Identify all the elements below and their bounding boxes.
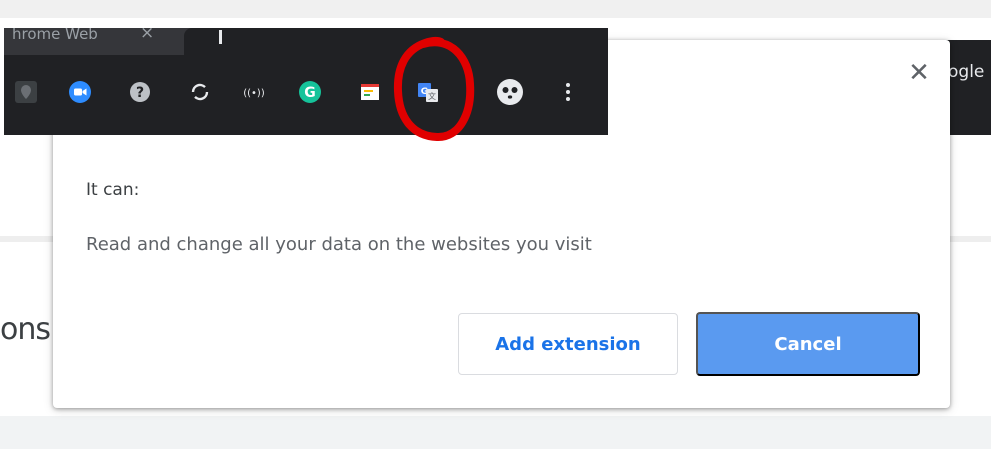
page-partial-heading: ons: [0, 312, 51, 347]
notes-icon[interactable]: [358, 80, 382, 104]
panda-face-icon[interactable]: [496, 78, 524, 106]
vertical-dots-icon[interactable]: [556, 80, 580, 104]
grammarly-icon[interactable]: G: [298, 80, 322, 104]
tab-chrome-web-store[interactable]: hrome Web ×: [4, 28, 179, 55]
browser-toolbar: hrome Web × ? ((•)) G G文: [4, 28, 608, 135]
page-bottom-strip: [0, 416, 991, 449]
dialog-close-button[interactable]: ✕: [904, 58, 934, 88]
sync-icon[interactable]: [188, 80, 212, 104]
permission-text: Read and change all your data on the web…: [86, 234, 592, 255]
close-icon: ✕: [908, 58, 930, 88]
wireless-signal-icon[interactable]: ((•)): [242, 80, 266, 104]
cancel-button[interactable]: Cancel: [696, 312, 920, 376]
zoom-video-icon[interactable]: [68, 80, 92, 104]
svg-text:?: ?: [136, 85, 144, 101]
location-pin-icon[interactable]: [14, 80, 38, 104]
tab-caret: [219, 30, 222, 44]
tab-close-icon[interactable]: ×: [140, 28, 154, 42]
permissions-heading: It can:: [86, 180, 140, 200]
page-top-strip: [0, 0, 991, 18]
svg-text:G: G: [304, 85, 316, 101]
page-header-text: ogle: [948, 62, 985, 82]
add-extension-button[interactable]: Add extension: [458, 313, 678, 375]
help-circle-icon[interactable]: ?: [128, 80, 152, 104]
svg-text:((•)): ((•)): [243, 88, 265, 99]
tab-title: hrome Web: [12, 28, 98, 43]
highlight-circle-annotation: [393, 36, 475, 141]
